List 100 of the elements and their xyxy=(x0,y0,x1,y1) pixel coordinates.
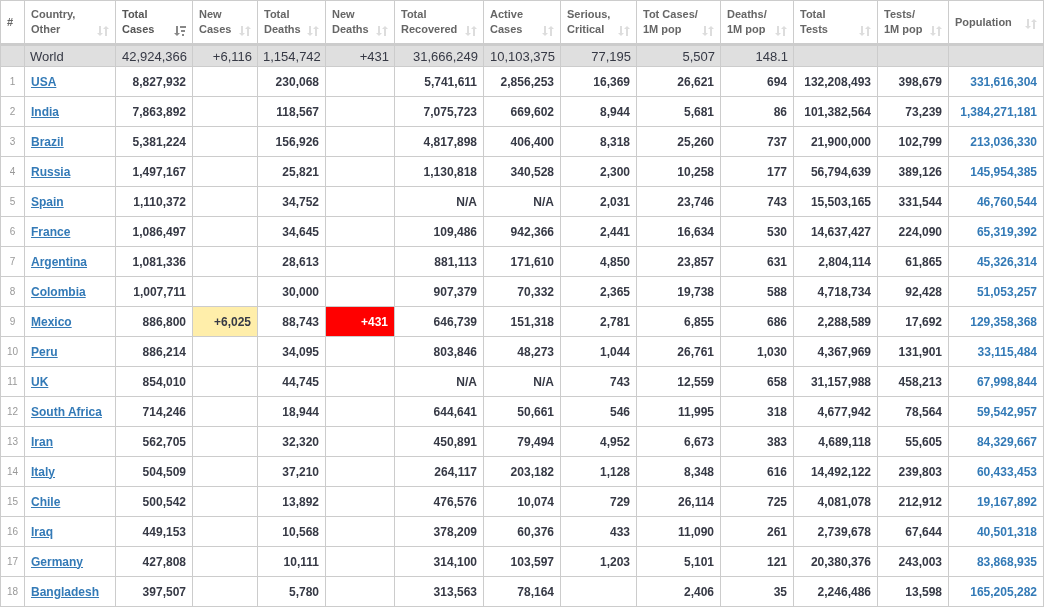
table-cell: 31,666,249 xyxy=(412,48,478,64)
table-cell: 55,605 xyxy=(905,434,942,449)
table-cell: 2,246,486 xyxy=(817,584,871,599)
rank-number: 12 xyxy=(6,406,19,417)
table-cell: 881,113 xyxy=(434,254,477,269)
table-cell: 25,821 xyxy=(282,164,319,179)
table-cell: 2,288,589 xyxy=(817,314,871,329)
country-link[interactable]: UK xyxy=(31,374,49,389)
table-cell: 907,379 xyxy=(433,284,477,299)
country-link[interactable]: Iraq xyxy=(31,524,53,539)
table-cell: 21,900,000 xyxy=(810,134,871,149)
table-cell: 79,494 xyxy=(517,434,554,449)
table-cell: N/A xyxy=(533,374,554,389)
table-cell: 16,634 xyxy=(677,224,714,239)
table-cell: 313,563 xyxy=(433,584,477,599)
table-cell: 50,661 xyxy=(517,404,554,419)
sort-icon xyxy=(376,25,388,37)
sort-icon xyxy=(702,25,714,37)
table-cell: 2,739,678 xyxy=(817,524,871,539)
table-cell: 4,677,942 xyxy=(817,404,871,419)
table-cell: 1,128 xyxy=(599,464,630,479)
table-cell: 177 xyxy=(766,164,787,179)
table-cell: 694 xyxy=(766,74,787,89)
table-cell: 67,644 xyxy=(905,524,942,539)
table-cell: 500,542 xyxy=(142,494,186,509)
table-cell: 78,564 xyxy=(905,404,942,419)
table-cell: 4,367,969 xyxy=(817,344,871,359)
table-cell: 34,095 xyxy=(282,344,319,359)
table-cell: 13,892 xyxy=(282,494,319,509)
country-link[interactable]: Spain xyxy=(31,194,64,209)
sort-icon xyxy=(775,25,787,37)
table-cell: 6,673 xyxy=(683,434,714,449)
table-cell: 644,641 xyxy=(433,404,477,419)
country-link[interactable]: Italy xyxy=(31,464,55,479)
table-cell: 8,318 xyxy=(599,134,630,149)
rank-number: 11 xyxy=(7,376,18,387)
sort-descending-icon xyxy=(174,25,186,37)
table-cell: 1,086,497 xyxy=(132,224,186,239)
table-cell: 378,209 xyxy=(433,524,477,539)
table-cell: 23,857 xyxy=(677,254,714,269)
rank-number: 8 xyxy=(9,286,16,297)
table-cell: 2,781 xyxy=(599,314,630,329)
table-cell: 10,568 xyxy=(282,524,319,539)
country-link[interactable]: Brazil xyxy=(31,134,64,149)
table-cell: 10,111 xyxy=(283,554,319,569)
table-cell: 132,208,493 xyxy=(804,74,871,89)
country-link[interactable]: Iran xyxy=(31,434,53,449)
table-cell: 92,428 xyxy=(905,284,942,299)
table-cell: 103,597 xyxy=(510,554,554,569)
rank-number: 16 xyxy=(6,526,19,537)
rank-number: 18 xyxy=(6,586,19,597)
rank-number: 15 xyxy=(6,496,19,507)
table-cell: 450,891 xyxy=(433,434,477,449)
table-cell: 2,441 xyxy=(599,224,630,239)
table-cell: 8,944 xyxy=(599,104,630,119)
table-cell: 10,074 xyxy=(517,494,554,509)
table-cell: 854,010 xyxy=(142,374,186,389)
highlighted-cell: +431 xyxy=(325,306,395,337)
table-cell: 20,380,376 xyxy=(810,554,871,569)
table-cell: 23,746 xyxy=(677,194,714,209)
country-link[interactable]: Chile xyxy=(31,494,61,509)
table-cell: 7,075,723 xyxy=(423,104,477,119)
table-cell: 239,803 xyxy=(898,464,942,479)
table-cell: 88,743 xyxy=(282,314,319,329)
table-cell: 14,492,122 xyxy=(810,464,871,479)
table-cell: 11,090 xyxy=(677,524,714,539)
table-cell: 7,863,892 xyxy=(132,104,186,119)
table-cell: 131,901 xyxy=(898,344,942,359)
table-cell: +431 xyxy=(359,48,389,64)
table-cell: 148.1 xyxy=(755,48,788,64)
table-cell: 230,068 xyxy=(275,74,319,89)
rank-number: 6 xyxy=(9,226,16,237)
table-cell: 2,365 xyxy=(599,284,630,299)
country-link[interactable]: Peru xyxy=(31,344,58,359)
table-cell: 546 xyxy=(609,404,630,419)
table-cell: 530 xyxy=(766,224,787,239)
table-cell: 4,850 xyxy=(599,254,630,269)
table-cell: 18,944 xyxy=(282,404,319,419)
table-cell: 86 xyxy=(773,104,787,119)
country-link[interactable]: USA xyxy=(31,74,57,89)
table-cell: 4,952 xyxy=(599,434,630,449)
table-cell: N/A xyxy=(456,374,477,389)
table-cell: 8,348 xyxy=(683,464,714,479)
table-cell: 8,827,932 xyxy=(132,74,186,89)
table-cell: 2,804,114 xyxy=(818,254,871,269)
table-cell: 658 xyxy=(766,374,787,389)
table-cell: 26,621 xyxy=(677,74,714,89)
table-cell: 743 xyxy=(609,374,630,389)
table-cell: 504,509 xyxy=(142,464,186,479)
rank-number: 2 xyxy=(9,106,16,117)
table-cell: 2,031 xyxy=(599,194,630,209)
table-cell: 729 xyxy=(609,494,630,509)
table-cell: 121 xyxy=(766,554,787,569)
table-cell: 101,382,564 xyxy=(804,104,871,119)
table-cell: 427,808 xyxy=(142,554,186,569)
table-cell: 6,855 xyxy=(683,314,714,329)
country-link[interactable]: India xyxy=(31,104,59,119)
table-cell: 331,544 xyxy=(898,194,942,209)
table-cell: 73,239 xyxy=(905,104,942,119)
table-cell: 562,705 xyxy=(142,434,186,449)
